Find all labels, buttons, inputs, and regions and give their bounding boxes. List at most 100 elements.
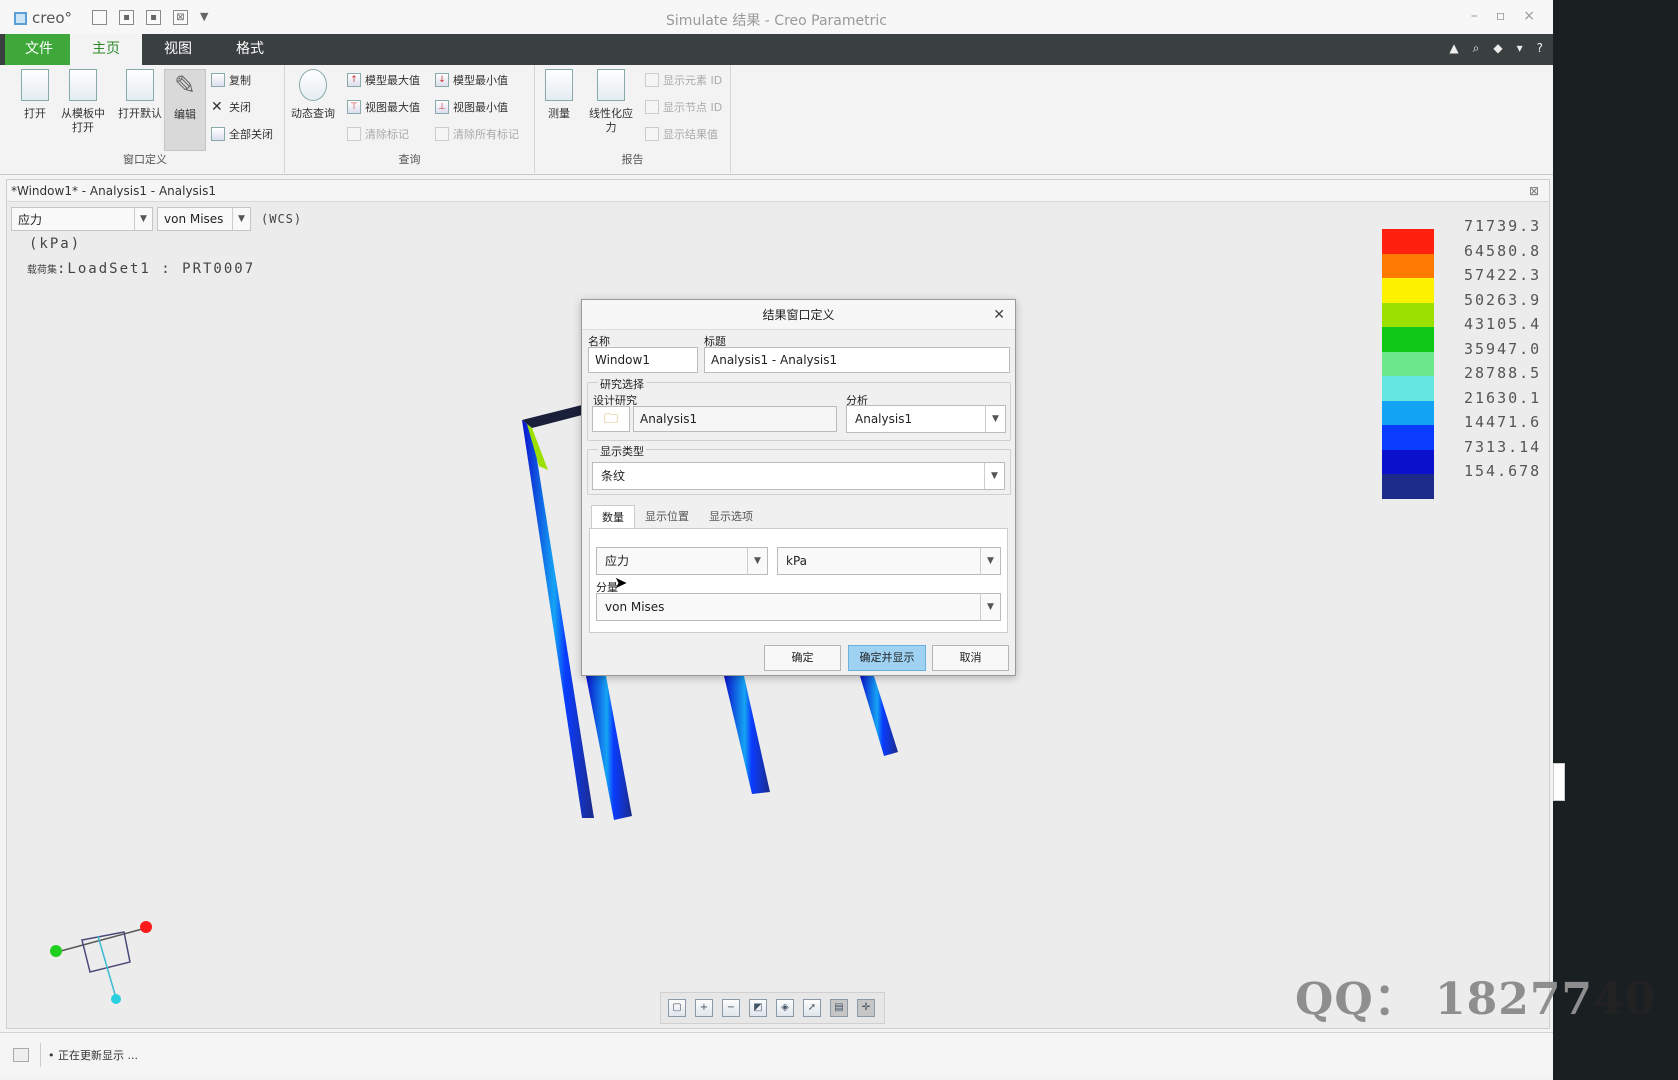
zoom-out-icon[interactable]: − xyxy=(722,999,740,1017)
study-selection-label: 研究选择 xyxy=(598,376,646,392)
window-controls: – ▫ × xyxy=(1471,8,1535,24)
chevron-down-icon: ▼ xyxy=(747,548,767,574)
analysis-select[interactable]: Analysis1 ▼ xyxy=(846,405,1006,433)
spin-center-icon[interactable]: ✛ xyxy=(857,999,875,1017)
show-element-id-button[interactable]: 显示元素 ID xyxy=(645,71,722,89)
copy-button[interactable]: 复制 xyxy=(211,71,251,89)
show-result-value-button[interactable]: 显示结果值 xyxy=(645,125,718,143)
component-select[interactable]: von Mises ▼ xyxy=(157,207,251,231)
open-default-button[interactable]: 打开默认 xyxy=(110,69,170,121)
layer-icon[interactable]: ◆ xyxy=(1493,41,1502,56)
side-document-icon[interactable] xyxy=(1553,763,1565,801)
minimize-ribbon-icon[interactable]: ▲ xyxy=(1449,41,1458,56)
search-icon[interactable]: ⌕ xyxy=(1473,41,1480,56)
legend-swatch xyxy=(1382,351,1434,376)
dynamic-query-button[interactable]: 动态查询 xyxy=(285,69,341,121)
edit-label: 编辑 xyxy=(174,108,196,121)
open-from-template-button[interactable]: 从模板中 打开 xyxy=(52,69,114,135)
component-select-dialog[interactable]: von Mises ▼ xyxy=(596,593,1001,621)
display-type-label: 显示类型 xyxy=(598,443,646,459)
mouse-cursor-icon: ➤ xyxy=(614,573,628,592)
model-min-icon: ↓ xyxy=(435,73,449,87)
dialog-close-icon[interactable]: ✕ xyxy=(993,300,1005,330)
clear-mark-label: 清除标记 xyxy=(365,128,409,141)
title-input[interactable]: Analysis1 - Analysis1 xyxy=(704,347,1010,373)
tab-home[interactable]: 主页 xyxy=(70,34,142,65)
measure-button[interactable]: 测量 xyxy=(535,69,583,121)
display-style-icon[interactable]: ➚ xyxy=(803,999,821,1017)
ok-button[interactable]: 确定 xyxy=(764,645,841,671)
clear-mark-button[interactable]: 清除标记 xyxy=(347,125,409,143)
ok-and-show-button[interactable]: 确定并显示 xyxy=(848,645,926,671)
legend-value: 64580.8 xyxy=(1464,241,1542,260)
model-max-button[interactable]: ↑ 模型最大值 xyxy=(347,71,420,89)
zoom-in-icon[interactable]: + xyxy=(695,999,713,1017)
legend-swatch xyxy=(1382,425,1434,450)
open-default-icon xyxy=(126,69,154,101)
result-window-definition-dialog: 结果窗口定义 ✕ 名称 Window1 标题 Analysis1 - Analy… xyxy=(581,299,1016,676)
node-id-icon xyxy=(645,100,659,114)
cancel-button[interactable]: 取消 xyxy=(932,645,1009,671)
close-label: 关闭 xyxy=(229,101,251,114)
show-node-id-button[interactable]: 显示节点 ID xyxy=(645,98,722,116)
help-icon[interactable]: ? xyxy=(1537,41,1543,56)
status-toggle[interactable] xyxy=(13,1048,29,1062)
chevron-down-icon[interactable]: ▾ xyxy=(1517,41,1523,56)
linearize-stress-button[interactable]: 线性化应 力 xyxy=(581,69,641,135)
template-icon xyxy=(69,69,97,101)
chevron-down-icon: ▼ xyxy=(980,548,1000,574)
tab-view[interactable]: 视图 xyxy=(142,34,214,65)
viewport-close-icon[interactable]: ⊠ xyxy=(1529,180,1539,202)
legend-value: 71739.3 xyxy=(1464,217,1542,235)
file-menu[interactable]: 文件 xyxy=(5,34,73,65)
tab-quantity[interactable]: 数量 xyxy=(591,505,635,529)
tab-display-location[interactable]: 显示位置 xyxy=(635,505,699,529)
template-label-1: 从模板中 xyxy=(61,107,105,120)
view-min-label: 视图最小值 xyxy=(453,101,508,114)
stress-quantity-select[interactable]: 应力 ▼ xyxy=(596,547,768,575)
close-all-icon xyxy=(211,127,225,141)
group-label-report: 报告 xyxy=(621,153,644,166)
chevron-down-icon: ▼ xyxy=(134,208,152,230)
status-message: • 正在更新显示 ... xyxy=(48,1049,138,1062)
minimize-button[interactable]: – xyxy=(1471,8,1478,24)
repaint-icon[interactable]: ◩ xyxy=(749,999,767,1017)
clear-all-marks-label: 清除所有标记 xyxy=(453,128,519,141)
model-max-label: 模型最大值 xyxy=(365,74,420,87)
refit-icon[interactable]: ▢ xyxy=(668,999,686,1017)
edit-button[interactable]: ✎ 编辑 xyxy=(164,69,206,151)
legend-value: 35947.0 xyxy=(1464,339,1542,358)
view-min-icon: ⊥ xyxy=(435,100,449,114)
viewport-title: *Window1* - Analysis1 - Analysis1 ⊠ xyxy=(7,180,1549,202)
browse-folder-button[interactable]: 🗀 xyxy=(592,406,630,432)
folder-icon: 🗀 xyxy=(604,411,618,427)
color-legend xyxy=(1382,229,1434,499)
view-max-button[interactable]: ⊤ 视图最大值 xyxy=(347,98,420,116)
chevron-down-icon: ▼ xyxy=(985,406,1005,432)
close-all-label: 全部关闭 xyxy=(229,128,273,141)
pencil-icon: ✎ xyxy=(174,71,196,101)
name-input[interactable]: Window1 xyxy=(588,347,698,373)
clear-all-marks-button[interactable]: 清除所有标记 xyxy=(435,125,519,143)
quantity-select[interactable]: 应力 ▼ xyxy=(11,207,153,231)
close-all-button[interactable]: 全部关闭 xyxy=(211,125,273,143)
close-view-button[interactable]: ✕ 关闭 xyxy=(211,98,251,116)
model-min-button[interactable]: ↓ 模型最小值 xyxy=(435,71,508,89)
design-study-input[interactable]: Analysis1 xyxy=(633,406,837,432)
group-query: 动态查询 ↑ 模型最大值 ↓ 模型最小值 ⊤ 视图最大值 ⊥ 视图最小值 清除标记 清除… xyxy=(285,65,535,173)
linearize-label-1: 线性化应 xyxy=(589,107,633,120)
legend-swatch xyxy=(1382,327,1434,352)
view-manager-icon[interactable]: ▤ xyxy=(830,999,848,1017)
tab-format[interactable]: 格式 xyxy=(214,34,286,65)
linearize-icon xyxy=(597,69,625,101)
tab-display-options[interactable]: 显示选项 xyxy=(699,505,763,529)
saved-orientations-icon[interactable]: ◈ xyxy=(776,999,794,1017)
maximize-button[interactable]: ▫ xyxy=(1496,8,1506,24)
loadset-label: 载荷集:LoadSet1 : PRT0007 xyxy=(27,261,255,277)
view-min-button[interactable]: ⊥ 视图最小值 xyxy=(435,98,508,116)
unit-select[interactable]: kPa ▼ xyxy=(777,547,1001,575)
display-type-select[interactable]: 条纹 ▼ xyxy=(592,462,1005,490)
close-button[interactable]: × xyxy=(1523,8,1535,24)
dynamic-query-icon xyxy=(299,69,327,101)
ribbon: 打开 从模板中 打开 打开默认 ✎ 编辑 复制 ✕ 关闭 全部关闭 窗口定义 动… xyxy=(0,65,1553,175)
